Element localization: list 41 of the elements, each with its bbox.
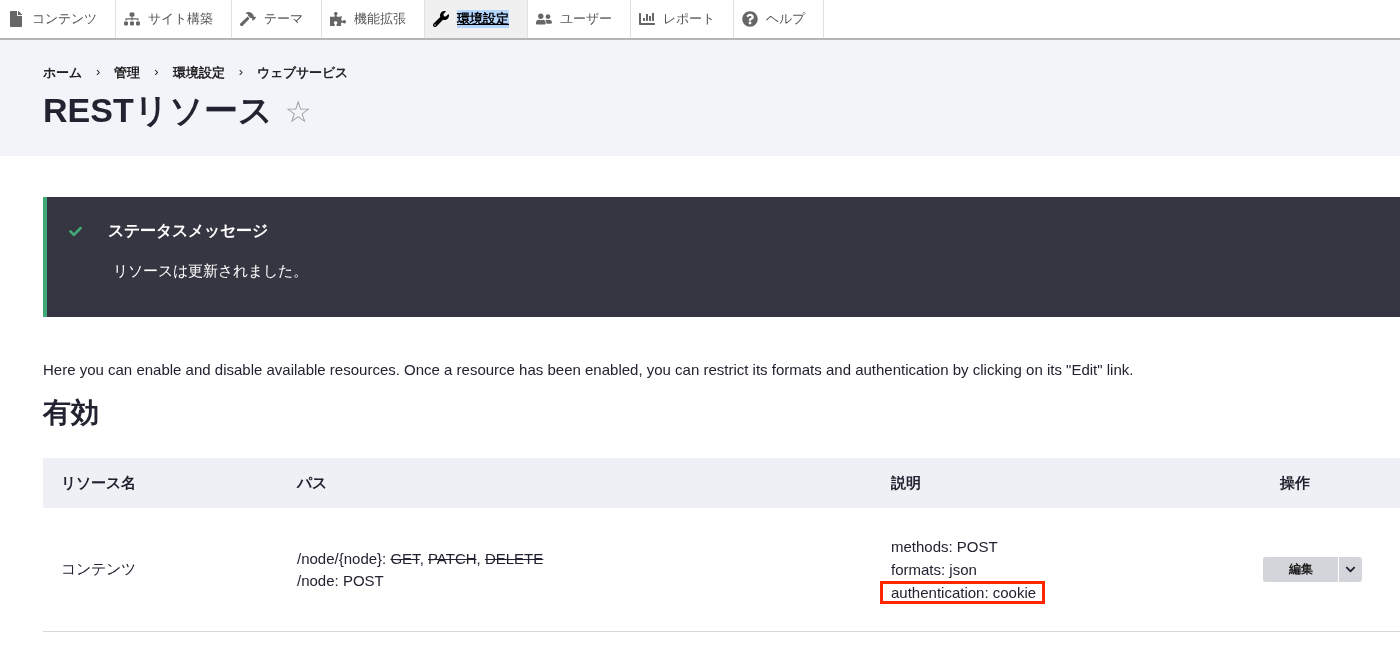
puzzle-icon	[330, 11, 346, 27]
status-title: ステータスメッセージ	[108, 221, 268, 241]
status-text: リソースは更新されました。	[113, 262, 309, 281]
toolbar-tab[interactable]: ヘルプ	[734, 0, 824, 38]
column-heading: 操作	[1280, 473, 1310, 491]
breadcrumb-separator: ›	[154, 64, 159, 81]
path-line: /node: POST	[297, 572, 385, 589]
toolbar-tab[interactable]: 環境設定	[425, 0, 528, 38]
toolbar-tab[interactable]: サイト構築	[116, 0, 232, 38]
column-heading: 説明	[891, 473, 921, 491]
section-heading: 有効	[43, 396, 100, 430]
resource-name: コンテンツ	[61, 560, 136, 577]
help-icon	[742, 11, 758, 27]
bar-chart-icon	[639, 11, 655, 27]
toolbar-tab[interactable]: コンテンツ	[0, 0, 116, 38]
wrench-icon	[433, 11, 449, 27]
check-icon	[69, 225, 82, 238]
path-line: /node/{node}: GET, PATCH, DELETE	[297, 550, 545, 567]
users-icon	[536, 11, 552, 27]
column-heading: リソース名	[61, 473, 136, 491]
toolbar-tab[interactable]: レポート	[631, 0, 734, 38]
chevron-down-icon	[1345, 564, 1356, 575]
detail-line: formats: json	[890, 560, 978, 580]
breadcrumb-separator: ›	[238, 64, 244, 81]
dropdown-toggle[interactable]	[1338, 557, 1362, 582]
toolbar-tab[interactable]: ユーザー	[528, 0, 631, 38]
sitemap-icon	[124, 11, 140, 27]
detail-line: methods: POST	[890, 537, 999, 557]
breadcrumb-link[interactable]: ホーム	[43, 64, 82, 82]
file-icon	[8, 11, 24, 27]
breadcrumb-link[interactable]: 管理	[114, 64, 141, 82]
column-heading: パス	[297, 473, 327, 491]
edit-button[interactable]: 編集	[1263, 557, 1338, 582]
toolbar-tab[interactable]: 機能拡張	[322, 0, 425, 38]
breadcrumb-link[interactable]: ウェブサービス	[257, 64, 349, 82]
breadcrumb-separator: ›	[96, 64, 101, 81]
hammer-icon	[240, 11, 256, 27]
description-text: Here you can enable and disable available resources. Once a resource has been enabled, you can restrict its formats and authentication by clicking on its "Edit" link.	[43, 361, 1135, 378]
page-title: RESTリソース	[43, 90, 273, 131]
toolbar-tab[interactable]: テーマ	[232, 0, 322, 38]
breadcrumb-link[interactable]: 環境設定	[172, 64, 225, 82]
